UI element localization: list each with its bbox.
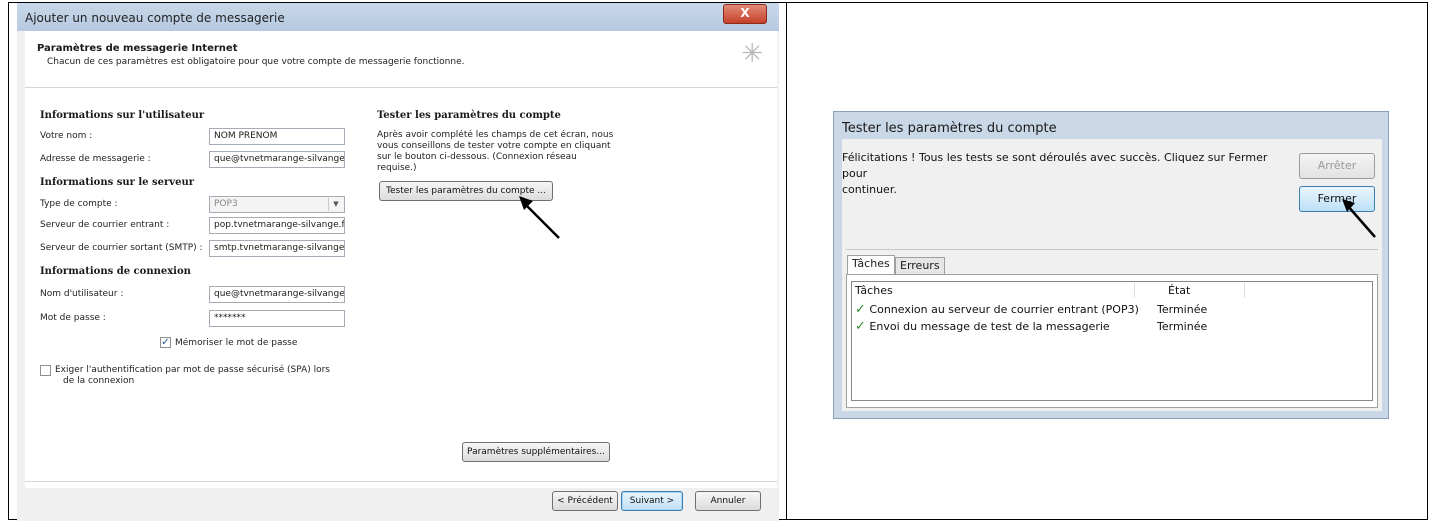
test-settings-line4: requise.) xyxy=(377,163,417,173)
check-icon: ✓ xyxy=(855,302,866,317)
next-button[interactable]: Suivant > xyxy=(621,491,683,511)
task-name: Connexion au serveur de courrier entrant… xyxy=(869,303,1139,316)
outgoing-server-label: Serveur de courrier sortant (SMTP) : xyxy=(40,243,203,253)
task-status: Terminée xyxy=(1157,303,1208,316)
wizard-sparkle-icon: ✳ xyxy=(741,39,763,69)
test-dialog-title: Tester les paramètres du compte xyxy=(842,121,1057,136)
column-header-status[interactable]: État xyxy=(1168,282,1190,299)
server-info-heading: Informations sur le serveur xyxy=(40,177,194,188)
test-dialog-content: Félicitations ! Tous les tests se sont d… xyxy=(842,139,1382,411)
email-label: Adresse de messagerie : xyxy=(40,154,151,164)
success-message-line1: Félicitations ! Tous les tests se sont d… xyxy=(842,151,1268,180)
test-settings-heading: Tester les paramètres du compte xyxy=(377,110,561,121)
success-message-line2: continuer. xyxy=(842,183,897,196)
footer-separator xyxy=(25,481,777,482)
column-divider xyxy=(1134,283,1135,298)
add-account-dialog: Ajouter un nouveau compte de messagerie … xyxy=(17,3,779,521)
test-settings-line2: vous conseillons de tester votre compte … xyxy=(377,141,611,151)
email-input[interactable]: que@tvnetmarange-silvange.fr xyxy=(209,151,345,168)
remember-password-checkbox[interactable]: ✓ xyxy=(160,337,171,348)
table-row[interactable]: ✓ Envoi du message de test de la message… xyxy=(855,319,1110,334)
tab-tasks[interactable]: Tâches xyxy=(847,255,895,275)
success-message: Félicitations ! Tous les tests se sont d… xyxy=(842,150,1292,198)
incoming-server-label: Serveur de courrier entrant : xyxy=(40,220,170,230)
pointer-arrow-icon xyxy=(519,196,560,239)
tabs-separator xyxy=(846,249,1378,250)
column-header-tasks[interactable]: Tâches xyxy=(855,282,893,299)
table-row[interactable]: ✓ Connexion au serveur de courrier entra… xyxy=(855,302,1139,317)
incoming-server-input[interactable]: pop.tvnetmarange-silvange.fr xyxy=(209,217,345,234)
check-icon: ✓ xyxy=(855,319,866,334)
test-settings-line3: sur le bouton ci-dessous. (Connexion rés… xyxy=(377,152,577,162)
name-input[interactable]: NOM PRENOM xyxy=(209,128,345,145)
tasks-panel: Tâches État ✓ Connexion au serveur de co… xyxy=(846,274,1378,408)
dialog-titlebar: Ajouter un nouveau compte de messagerie … xyxy=(17,3,779,31)
task-name: Envoi du message de test de la messageri… xyxy=(869,320,1110,333)
username-label: Nom d'utilisateur : xyxy=(40,289,124,299)
remember-password-label: Mémoriser le mot de passe xyxy=(175,338,298,348)
spa-label-line2: de la connexion xyxy=(63,376,135,386)
close-button[interactable]: X xyxy=(723,4,767,24)
stop-button[interactable]: Arrêter xyxy=(1299,153,1375,179)
test-account-dialog: Tester les paramètres du compte Félicita… xyxy=(833,111,1389,419)
password-label: Mot de passe : xyxy=(40,313,106,323)
name-label: Votre nom : xyxy=(40,131,93,141)
account-type-select: POP3 ▼ xyxy=(209,196,345,213)
spa-label-line1: Exiger l'authentification par mot de pas… xyxy=(55,365,330,375)
header-subtitle: Chacun de ces paramètres est obligatoire… xyxy=(47,57,465,67)
dialog-body: Informations sur l'utilisateur Votre nom… xyxy=(25,88,777,488)
user-info-heading: Informations sur l'utilisateur xyxy=(40,110,205,121)
outgoing-server-input[interactable]: smtp.tvnetmarange-silvange.fr xyxy=(209,240,345,257)
panel-divider xyxy=(786,2,787,520)
column-divider xyxy=(1244,283,1245,298)
account-type-value: POP3 xyxy=(214,199,238,209)
password-input[interactable]: ******* xyxy=(209,310,345,327)
tab-errors[interactable]: Erreurs xyxy=(895,257,945,275)
chevron-down-icon: ▼ xyxy=(328,198,343,211)
tasks-list: Tâches État ✓ Connexion au serveur de co… xyxy=(851,281,1373,401)
dialog-header: Paramètres de messagerie Internet Chacun… xyxy=(25,31,777,88)
dialog-title: Ajouter un nouveau compte de messagerie xyxy=(25,11,285,25)
username-input[interactable]: que@tvnetmarange-silvange.fr xyxy=(209,286,345,303)
spa-checkbox[interactable] xyxy=(40,365,51,376)
back-button[interactable]: < Précédent xyxy=(552,491,618,511)
header-title: Paramètres de messagerie Internet xyxy=(37,43,238,54)
login-info-heading: Informations de connexion xyxy=(40,266,191,277)
cancel-button[interactable]: Annuler xyxy=(695,491,761,511)
pointer-arrow-icon xyxy=(1342,199,1376,238)
more-settings-button[interactable]: Paramètres supplémentaires... xyxy=(462,442,610,462)
account-type-label: Type de compte : xyxy=(40,199,118,209)
test-settings-line1: Après avoir complété les champs de cet é… xyxy=(377,130,614,140)
task-status: Terminée xyxy=(1157,320,1208,333)
